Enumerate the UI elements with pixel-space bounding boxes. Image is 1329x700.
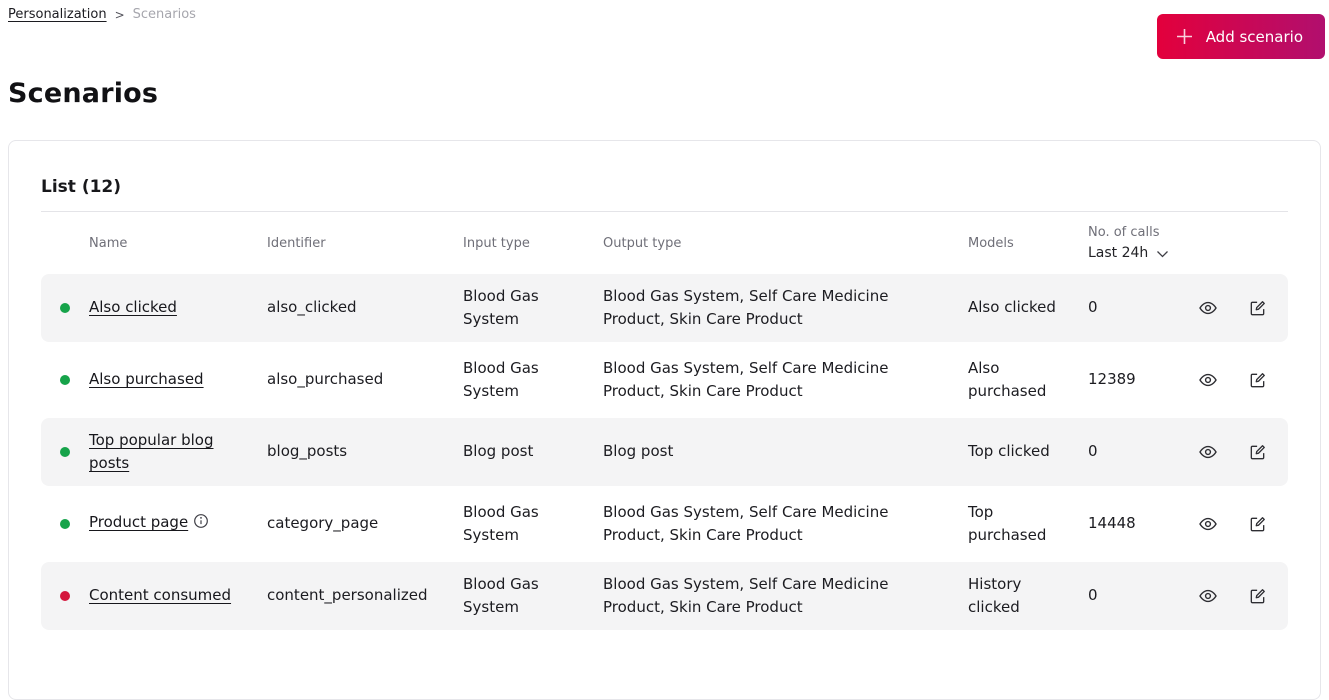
column-header-identifier: Identifier — [267, 235, 326, 251]
identifier-cell: content_personalized — [267, 586, 428, 605]
edit-icon — [1250, 588, 1265, 603]
models-cell: Also clicked — [968, 298, 1056, 317]
breadcrumb-current: Scenarios — [132, 7, 196, 22]
output-type-cell: Blood Gas System, Self Care Medicine Pro… — [603, 358, 889, 400]
column-header-name: Name — [89, 235, 128, 251]
edit-button[interactable] — [1246, 441, 1269, 464]
eye-icon — [1199, 373, 1217, 387]
output-type-cell: Blood Gas System, Self Care Medicine Pro… — [603, 286, 889, 328]
scenarios-list-card: List (12) Name Identifier Input type Out… — [8, 140, 1321, 700]
column-header-output-type: Output type — [603, 235, 682, 251]
scenario-name-link[interactable]: Content consumed — [89, 586, 231, 604]
list-count-title: List (12) — [41, 177, 122, 197]
calls-period-dropdown[interactable]: Last 24h — [1088, 245, 1172, 261]
edit-icon — [1250, 444, 1265, 459]
calls-cell: 12389 — [1088, 370, 1136, 389]
table-row: Also purchased also_purchased Blood Gas … — [41, 346, 1288, 414]
view-button[interactable] — [1196, 440, 1220, 464]
edit-icon — [1250, 300, 1265, 315]
add-scenario-button[interactable]: Add scenario — [1156, 14, 1325, 59]
column-header-models: Models — [968, 235, 1014, 251]
identifier-cell: also_purchased — [267, 370, 384, 389]
view-button[interactable] — [1196, 296, 1220, 320]
edit-button[interactable] — [1246, 585, 1269, 608]
view-button[interactable] — [1196, 512, 1220, 536]
status-dot — [60, 519, 70, 529]
identifier-cell: blog_posts — [267, 442, 348, 461]
table-row: Content consumed content_personalized Bl… — [41, 562, 1288, 630]
status-dot — [60, 375, 70, 385]
input-type-cell: Blood Gas System — [463, 502, 539, 544]
output-type-cell: Blood Gas System, Self Care Medicine Pro… — [603, 574, 889, 616]
input-type-cell: Blog post — [463, 442, 534, 461]
calls-header-label: No. of calls — [1088, 225, 1160, 240]
calls-cell: 0 — [1088, 442, 1098, 461]
chevron-down-icon — [1157, 250, 1169, 257]
status-dot — [60, 447, 70, 457]
eye-icon — [1199, 301, 1217, 315]
input-type-cell: Blood Gas System — [463, 574, 539, 616]
plus-icon — [1176, 29, 1192, 44]
breadcrumb-separator: > — [114, 7, 125, 22]
calls-cell: 0 — [1088, 586, 1098, 605]
input-type-cell: Blood Gas System — [463, 358, 539, 400]
models-cell: Also purchased — [968, 358, 1047, 400]
table-row: Top popular blog posts blog_posts Blog p… — [41, 418, 1288, 486]
output-type-cell: Blog post — [603, 442, 674, 461]
table-row: Product page category_page Blood Gas Sys… — [41, 490, 1288, 558]
table-header-row: Name Identifier Input type Output type M… — [41, 212, 1288, 274]
edit-button[interactable] — [1246, 297, 1269, 320]
page-title: Scenarios — [8, 78, 159, 109]
add-scenario-label: Add scenario — [1205, 27, 1303, 46]
scenario-name-link[interactable]: Also clicked — [89, 298, 177, 316]
breadcrumb-personalization-link[interactable]: Personalization — [8, 7, 107, 22]
view-button[interactable] — [1196, 584, 1220, 608]
eye-icon — [1199, 445, 1217, 459]
identifier-cell: also_clicked — [267, 298, 357, 317]
status-dot — [60, 591, 70, 601]
input-type-cell: Blood Gas System — [463, 286, 539, 328]
models-cell: History clicked — [968, 574, 1022, 616]
view-button[interactable] — [1196, 368, 1220, 392]
calls-cell: 14448 — [1088, 514, 1136, 533]
eye-icon — [1199, 589, 1217, 603]
column-header-input-type: Input type — [463, 235, 530, 251]
info-icon[interactable] — [193, 513, 209, 536]
edit-icon — [1250, 372, 1265, 387]
eye-icon — [1199, 517, 1217, 531]
calls-period-value: Last 24h — [1088, 245, 1149, 261]
scenario-name-link[interactable]: Top popular blog posts — [89, 431, 214, 472]
scenario-name-link[interactable]: Product page — [89, 513, 188, 531]
calls-cell: 0 — [1088, 298, 1098, 317]
edit-button[interactable] — [1246, 369, 1269, 392]
edit-icon — [1250, 516, 1265, 531]
edit-button[interactable] — [1246, 513, 1269, 536]
output-type-cell: Blood Gas System, Self Care Medicine Pro… — [603, 502, 889, 544]
column-header-calls: No. of calls Last 24h — [1088, 225, 1188, 261]
identifier-cell: category_page — [267, 514, 379, 533]
models-cell: Top purchased — [968, 502, 1047, 544]
breadcrumb: Personalization > Scenarios — [8, 7, 196, 22]
table-row: Also clicked also_clicked Blood Gas Syst… — [41, 274, 1288, 342]
models-cell: Top clicked — [968, 442, 1050, 461]
status-dot — [60, 303, 70, 313]
scenario-name-link[interactable]: Also purchased — [89, 370, 204, 388]
